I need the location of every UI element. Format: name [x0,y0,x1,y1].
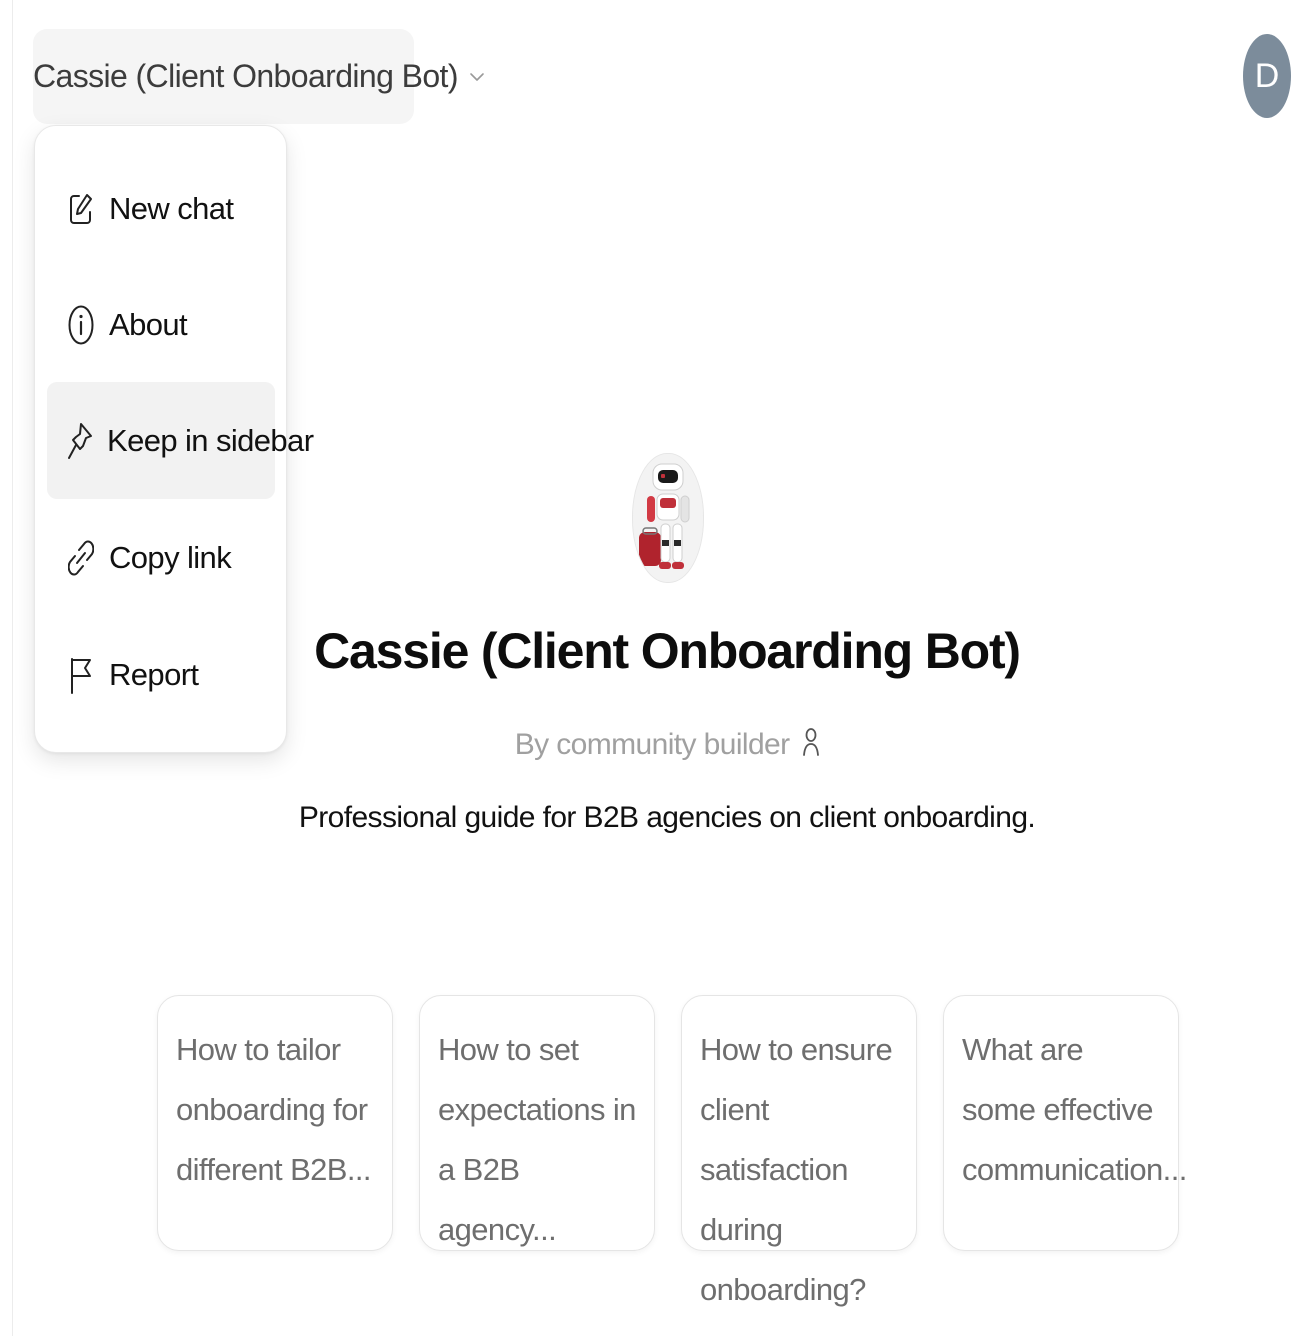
prompt-card[interactable]: What are some effective communication... [943,995,1187,1251]
chevron-down-icon [468,68,486,86]
prompt-card-text: How to ensure client satisfaction during… [700,1032,893,1307]
bot-name-heading: Cassie (Client Onboarding Bot) [314,623,1021,679]
bot-author-text: By community builder [514,727,790,761]
model-selector-button[interactable]: Cassie (Client Onboarding Bot) [33,29,484,124]
prompt-card[interactable]: How to set expectations in a B2B agency.… [419,995,655,1251]
edit-pencil-icon [67,189,95,229]
link-icon [67,538,95,578]
menu-item-label: New chat [109,190,234,226]
user-avatar-letter: D [1254,56,1280,95]
menu-item-keep-in-sidebar[interactable]: Keep in sidebar [47,382,314,499]
menu-item-label: Copy link [109,539,232,575]
bot-author-line[interactable]: By community builder [0,727,1291,765]
menu-item-copy-link[interactable]: Copy link [47,499,275,616]
robot-avatar [632,453,704,583]
model-selector-title: Cassie (Client Onboarding Bot) [33,58,458,94]
prompt-card-text: How to set expectations in a B2B agency.… [438,1032,636,1247]
prompt-card-text: What are some effective communication... [962,1032,1187,1187]
user-avatar[interactable]: D [1243,34,1291,118]
menu-item-label: About [109,306,188,342]
menu-item-about[interactable]: About [47,266,275,383]
person-icon [803,727,820,765]
pin-icon [67,421,93,461]
prompt-card-text: How to tailor onboarding for different B… [176,1032,372,1187]
bot-description: Professional guide for B2B agencies on c… [298,801,1036,834]
menu-item-label: Keep in sidebar [107,422,314,458]
menu-item-new-chat[interactable]: New chat [47,150,275,267]
prompt-card[interactable]: How to ensure client satisfaction during… [681,995,917,1307]
info-icon [67,305,95,345]
prompt-card[interactable]: How to tailor onboarding for different B… [157,995,393,1251]
